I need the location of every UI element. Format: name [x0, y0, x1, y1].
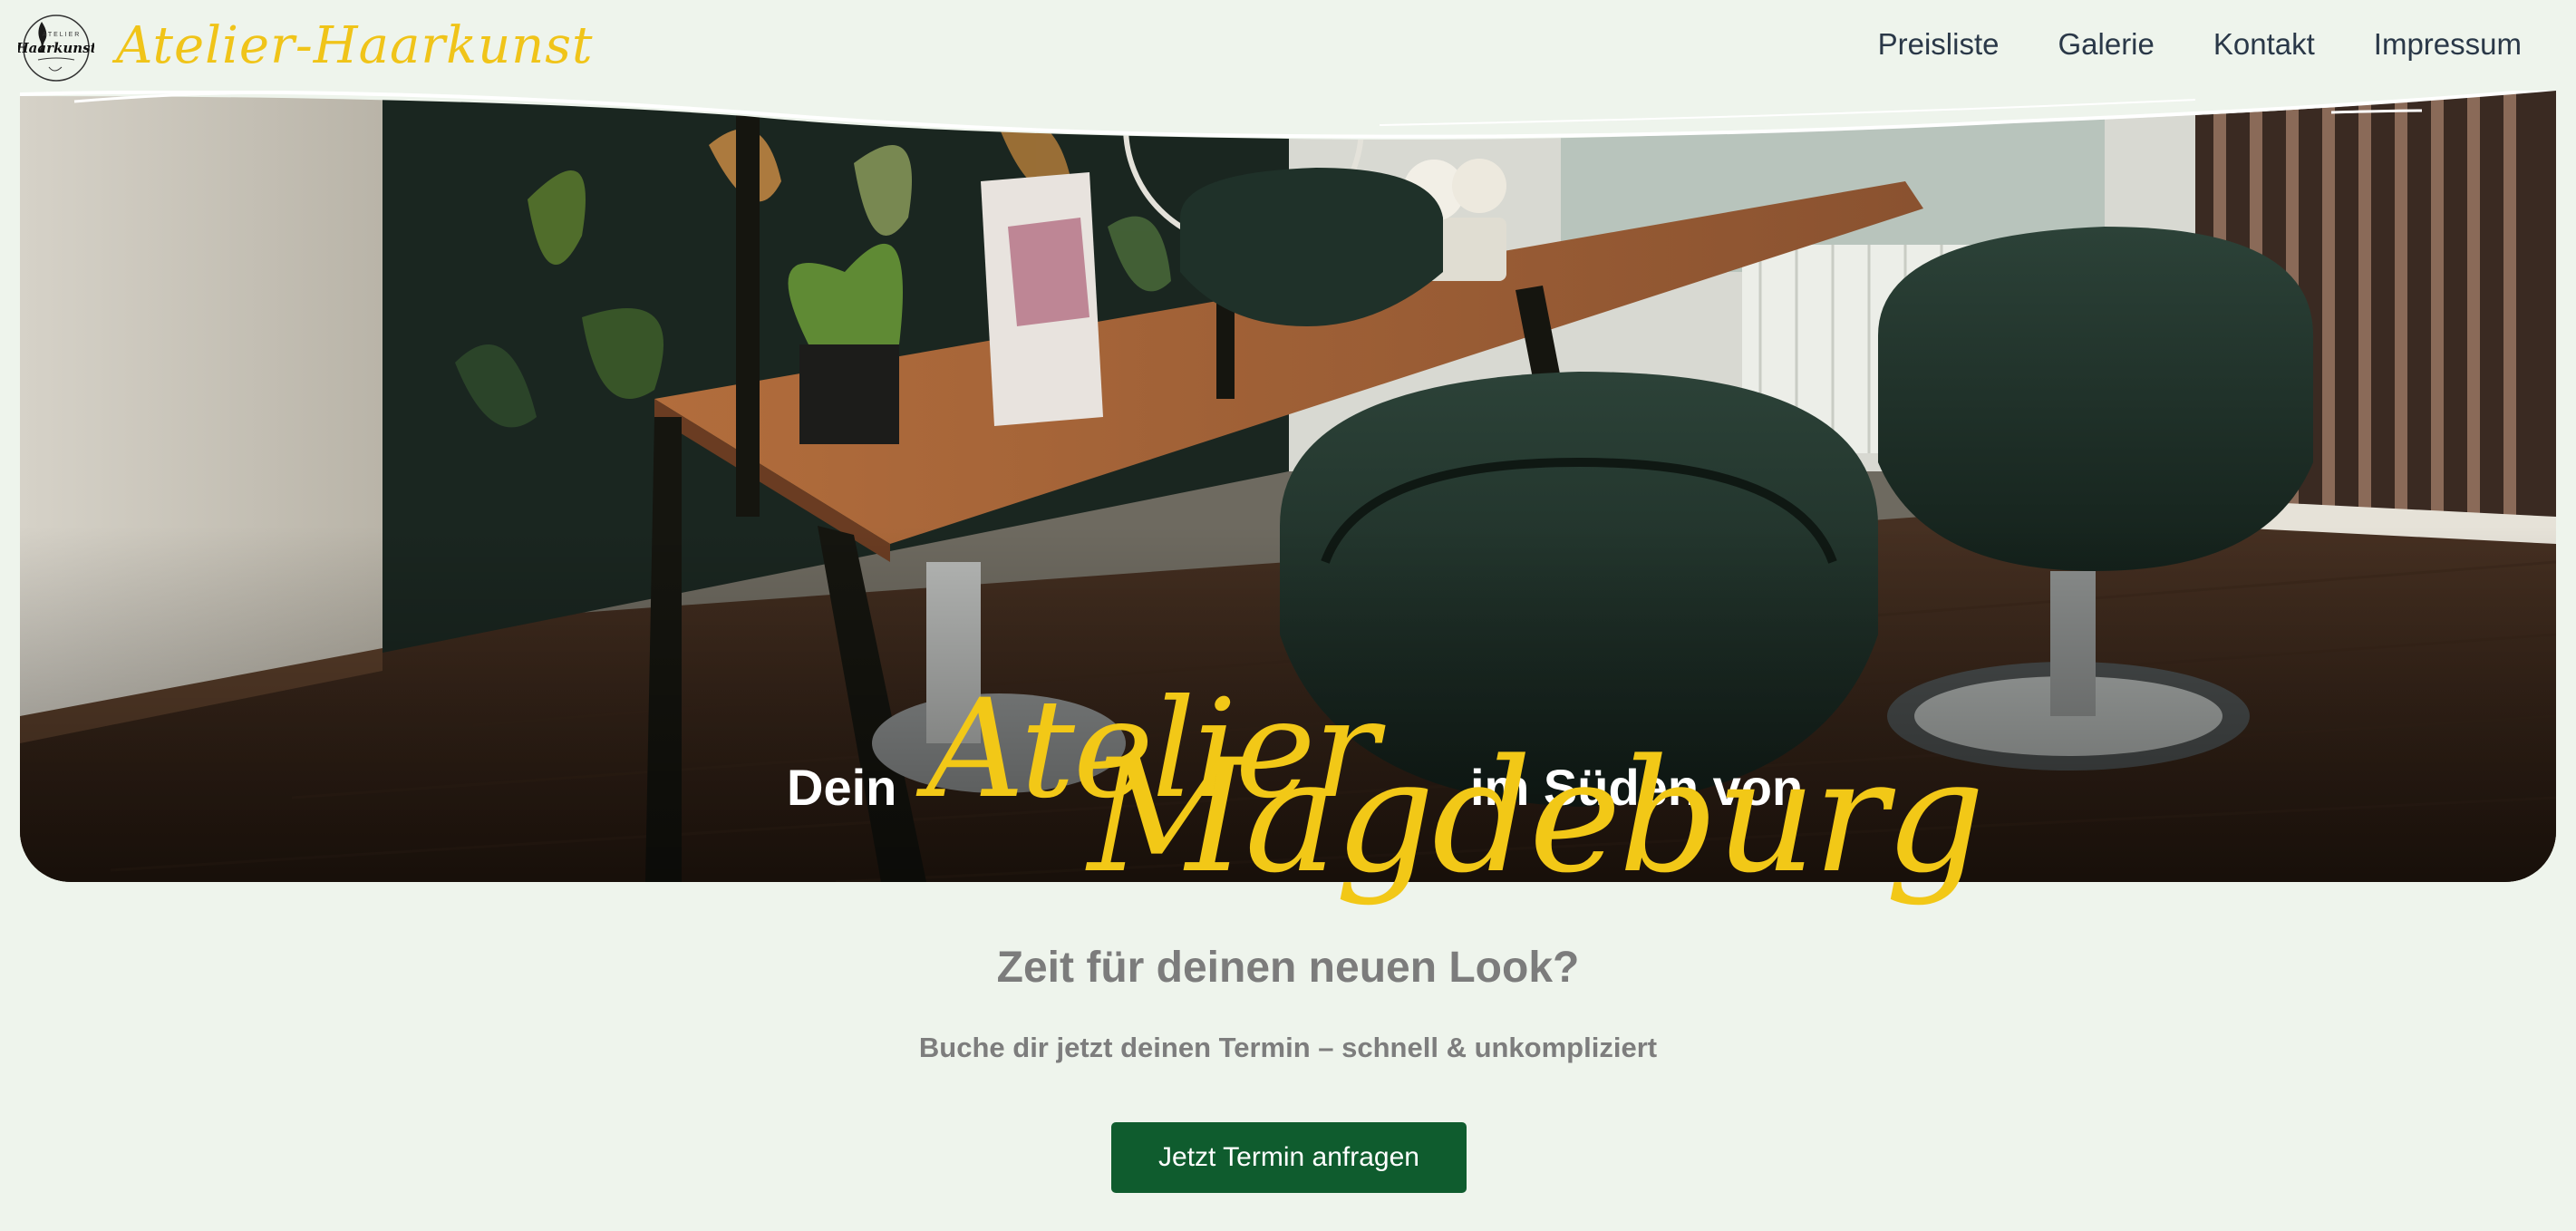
cta-subtitle: Buche dir jetzt deinen Termin – schnell …: [918, 1032, 1658, 1063]
hero-text-dein: Dein: [787, 759, 897, 816]
woman-silhouette-icon: ATELIER Haarkunst: [15, 15, 97, 82]
wave-divider: [20, 91, 2556, 140]
brand-logo[interactable]: ATELIER Haarkunst: [15, 13, 97, 83]
book-appointment-button[interactable]: Jetzt Termin anfragen: [1111, 1122, 1467, 1193]
main-nav: Preisliste Galerie Kontakt Impressum: [1878, 27, 2522, 62]
brand-name[interactable]: Atelier-Haarkunst: [116, 16, 593, 75]
nav-item-preisliste[interactable]: Preisliste: [1878, 27, 2000, 62]
logo-text-top: ATELIER: [43, 32, 82, 38]
nav-item-impressum[interactable]: Impressum: [2374, 27, 2522, 62]
nav-item-kontakt[interactable]: Kontakt: [2213, 27, 2315, 62]
logo-text-main: Haarkunst: [18, 40, 94, 56]
hero-text-magdeburg: Magdeburg: [1088, 725, 1985, 907]
cta-title: Zeit für deinen neuen Look?: [996, 944, 1580, 992]
nav-item-galerie[interactable]: Galerie: [2058, 27, 2154, 62]
